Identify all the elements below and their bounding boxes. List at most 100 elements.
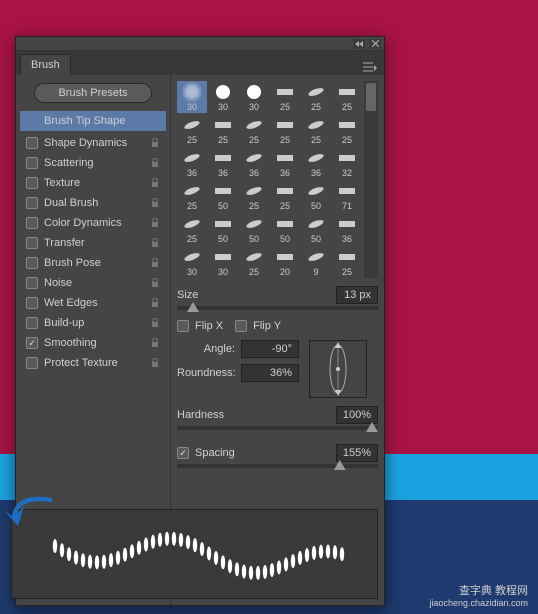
option-label: Texture bbox=[44, 177, 80, 189]
brush-tip-cell[interactable]: 25 bbox=[239, 114, 269, 146]
lock-icon[interactable] bbox=[150, 258, 160, 268]
brush-tip-cell[interactable]: 36 bbox=[177, 147, 207, 179]
size-value[interactable]: 13 px bbox=[336, 286, 378, 304]
brush-tip-cell[interactable]: 25 bbox=[177, 213, 207, 245]
brush-tip-cell[interactable]: 25 bbox=[332, 246, 362, 278]
brush-tip-cell[interactable]: 30 bbox=[208, 246, 238, 278]
brush-tip-cell[interactable]: 32 bbox=[332, 147, 362, 179]
angle-value[interactable]: -90° bbox=[241, 340, 299, 358]
lock-icon[interactable] bbox=[150, 178, 160, 188]
brush-tip-icon bbox=[182, 247, 202, 267]
brush-tip-cell[interactable]: 36 bbox=[239, 147, 269, 179]
lock-icon[interactable] bbox=[150, 218, 160, 228]
option-checkbox[interactable] bbox=[26, 297, 38, 309]
brush-tip-cell[interactable]: 30 bbox=[177, 81, 207, 113]
option-checkbox[interactable] bbox=[26, 317, 38, 329]
brush-tip-cell[interactable]: 36 bbox=[208, 147, 238, 179]
option-row-brush-pose[interactable]: Brush Pose bbox=[20, 253, 166, 273]
option-row-color-dynamics[interactable]: Color Dynamics bbox=[20, 213, 166, 233]
brush-tip-size: 32 bbox=[342, 168, 352, 178]
brush-tip-cell[interactable]: 71 bbox=[332, 180, 362, 212]
brush-tip-size: 25 bbox=[218, 135, 228, 145]
lock-icon[interactable] bbox=[150, 198, 160, 208]
scrollbar-thumb[interactable] bbox=[366, 83, 376, 111]
lock-icon[interactable] bbox=[150, 238, 160, 248]
option-row-build-up[interactable]: Build-up bbox=[20, 313, 166, 333]
brush-tip-cell[interactable]: 36 bbox=[301, 147, 331, 179]
brush-tip-cell[interactable]: 25 bbox=[301, 114, 331, 146]
brush-tip-cell[interactable]: 50 bbox=[270, 213, 300, 245]
brush-tip-cell[interactable]: 25 bbox=[208, 114, 238, 146]
brush-tip-cell[interactable]: 50 bbox=[301, 213, 331, 245]
option-checkbox[interactable] bbox=[26, 137, 38, 149]
roundness-value[interactable]: 36% bbox=[241, 364, 299, 382]
option-row-transfer[interactable]: Transfer bbox=[20, 233, 166, 253]
option-row-shape-dynamics[interactable]: Shape Dynamics bbox=[20, 133, 166, 153]
option-row-scattering[interactable]: Scattering bbox=[20, 153, 166, 173]
option-checkbox[interactable] bbox=[26, 157, 38, 169]
brush-tip-cell[interactable]: 25 bbox=[239, 180, 269, 212]
brush-tip-cell[interactable]: 25 bbox=[270, 180, 300, 212]
collapse-icon[interactable] bbox=[353, 39, 365, 49]
brush-tip-cell[interactable]: 50 bbox=[239, 213, 269, 245]
brush-tip-cell[interactable]: 20 bbox=[270, 246, 300, 278]
brush-tip-size: 30 bbox=[187, 102, 197, 112]
panel-menu-icon[interactable] bbox=[360, 59, 380, 75]
brush-tip-cell[interactable]: 25 bbox=[177, 114, 207, 146]
brush-tip-cell[interactable]: 25 bbox=[332, 114, 362, 146]
brush-tip-icon bbox=[306, 247, 326, 267]
spacing-checkbox[interactable] bbox=[177, 447, 189, 459]
brush-tip-cell[interactable]: 36 bbox=[332, 213, 362, 245]
option-row-noise[interactable]: Noise bbox=[20, 273, 166, 293]
brush-grid-scrollbar[interactable] bbox=[364, 81, 378, 278]
brush-tip-cell[interactable]: 25 bbox=[177, 180, 207, 212]
brush-tip-cell[interactable]: 25 bbox=[270, 81, 300, 113]
spacing-value[interactable]: 155% bbox=[336, 444, 378, 462]
brush-tip-shape-row[interactable]: Brush Tip Shape bbox=[20, 111, 166, 131]
option-checkbox[interactable] bbox=[26, 257, 38, 269]
lock-icon[interactable] bbox=[150, 358, 160, 368]
angle-dial[interactable] bbox=[309, 340, 367, 398]
lock-icon[interactable] bbox=[150, 338, 160, 348]
brush-tip-cell[interactable]: 25 bbox=[239, 246, 269, 278]
option-checkbox[interactable] bbox=[26, 237, 38, 249]
option-checkbox[interactable] bbox=[26, 177, 38, 189]
option-checkbox[interactable] bbox=[26, 357, 38, 369]
brush-tip-cell[interactable]: 9 bbox=[301, 246, 331, 278]
brush-tip-cell[interactable]: 36 bbox=[270, 147, 300, 179]
brush-tip-cell[interactable]: 50 bbox=[208, 180, 238, 212]
brush-tip-cell[interactable]: 30 bbox=[208, 81, 238, 113]
tab-brush[interactable]: Brush bbox=[20, 54, 71, 75]
brush-tip-cell[interactable]: 30 bbox=[177, 246, 207, 278]
option-row-smoothing[interactable]: Smoothing bbox=[20, 333, 166, 353]
lock-icon[interactable] bbox=[150, 138, 160, 148]
hardness-slider[interactable] bbox=[177, 426, 378, 430]
size-slider[interactable] bbox=[177, 306, 378, 310]
brush-tip-cell[interactable]: 25 bbox=[332, 81, 362, 113]
brush-tip-cell[interactable]: 25 bbox=[301, 81, 331, 113]
option-checkbox[interactable] bbox=[26, 197, 38, 209]
brush-tip-cell[interactable]: 25 bbox=[270, 114, 300, 146]
hardness-value[interactable]: 100% bbox=[336, 406, 378, 424]
brush-tip-cell[interactable]: 30 bbox=[239, 81, 269, 113]
roundness-label: Roundness: bbox=[177, 367, 235, 379]
brush-tip-cell[interactable]: 50 bbox=[208, 213, 238, 245]
brush-presets-button[interactable]: Brush Presets bbox=[34, 83, 152, 103]
option-row-protect-texture[interactable]: Protect Texture bbox=[20, 353, 166, 373]
lock-icon[interactable] bbox=[150, 318, 160, 328]
option-row-wet-edges[interactable]: Wet Edges bbox=[20, 293, 166, 313]
brush-tip-icon bbox=[275, 148, 295, 168]
option-row-dual-brush[interactable]: Dual Brush bbox=[20, 193, 166, 213]
lock-icon[interactable] bbox=[150, 298, 160, 308]
option-checkbox[interactable] bbox=[26, 277, 38, 289]
lock-icon[interactable] bbox=[150, 278, 160, 288]
option-checkbox[interactable] bbox=[26, 337, 38, 349]
flip-x-checkbox[interactable] bbox=[177, 320, 189, 332]
close-icon[interactable] bbox=[369, 39, 381, 49]
brush-tip-cell[interactable]: 50 bbox=[301, 180, 331, 212]
option-checkbox[interactable] bbox=[26, 217, 38, 229]
spacing-slider[interactable] bbox=[177, 464, 378, 468]
flip-y-checkbox[interactable] bbox=[235, 320, 247, 332]
option-row-texture[interactable]: Texture bbox=[20, 173, 166, 193]
lock-icon[interactable] bbox=[150, 158, 160, 168]
